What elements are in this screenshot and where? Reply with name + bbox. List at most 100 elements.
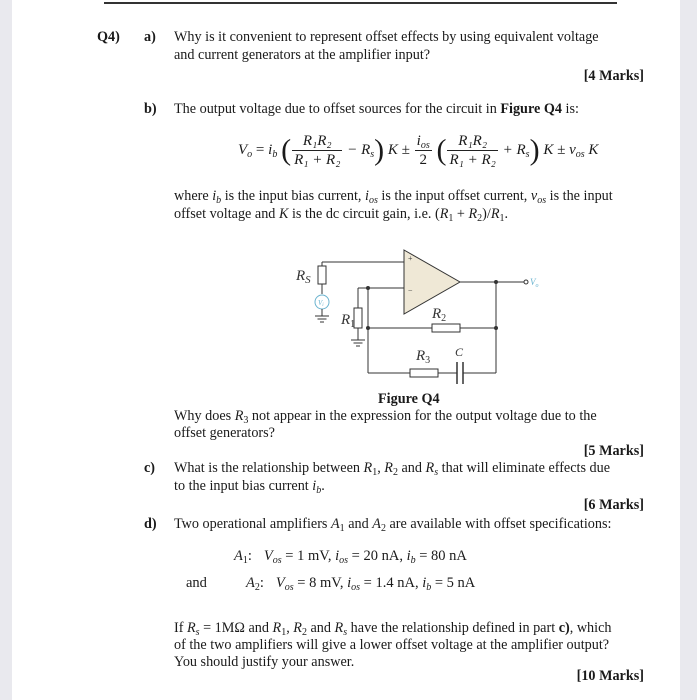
output-terminal	[523, 279, 529, 285]
question-number: Q4)	[97, 29, 120, 45]
part-c-label: c)	[144, 460, 156, 476]
label-r2-main: R	[431, 306, 441, 322]
resistor-rs	[317, 265, 327, 285]
text: is the input bias current,	[221, 188, 365, 204]
text: is the dc circuit gain, i.e. (	[288, 206, 440, 222]
label-rs-sub: S	[305, 274, 311, 286]
sep: ,	[399, 548, 407, 564]
sym-r2: R	[384, 460, 393, 476]
label-ios-sub: os	[339, 555, 349, 566]
eq: =	[431, 575, 447, 591]
plus-sign: +	[408, 254, 413, 263]
formula-fraction-2: R₁R₂ R₁ + R₂	[447, 132, 498, 169]
amp-name: A	[246, 575, 255, 591]
text: to the input bias current	[174, 478, 313, 494]
text: have the relationship defined in part	[347, 620, 559, 636]
sym-rs: R	[425, 460, 435, 476]
text: and	[344, 516, 373, 532]
formula-eq: =	[252, 141, 269, 158]
label-vo-sub: o	[536, 283, 539, 289]
sep: ,	[339, 575, 348, 591]
junction-dot	[366, 286, 370, 290]
text: +	[453, 206, 469, 222]
text: and	[397, 460, 426, 476]
junction-dot	[494, 326, 498, 330]
eq: =	[348, 548, 364, 564]
minus-sign: −	[408, 286, 413, 295]
text: If	[174, 620, 187, 636]
part-d-marks: [10 Marks]	[576, 668, 644, 684]
part-c-marks: [6 Marks]	[583, 497, 644, 513]
junction-dot	[494, 280, 498, 284]
text: .	[321, 478, 325, 494]
part-c-line1: What is the relationship between R1, R2 …	[174, 460, 610, 478]
formula-plus-rs: + R	[498, 141, 526, 158]
figure-reference: Figure Q4	[500, 101, 562, 117]
text: Two operational amplifiers	[174, 516, 331, 532]
value-ios: 20 nA	[363, 548, 400, 564]
text: that will eliminate effects due	[438, 460, 611, 476]
where-line1: where ib is the input bias current, ios …	[174, 188, 613, 206]
label-r2: R2	[431, 306, 446, 324]
circuit-diagram: + − RS R1 R2 R3 C Vo Vi	[295, 249, 539, 384]
capacitor-c	[456, 362, 464, 384]
text: and	[306, 620, 335, 636]
label-r1-main: R	[340, 312, 350, 328]
label-vo: Vo	[530, 277, 539, 289]
where-line2: offset voltage and K is the dc circuit g…	[174, 206, 508, 224]
fraction-ios-den: 2	[419, 152, 427, 168]
value-vos: 1 mV	[297, 548, 328, 564]
text: = 1MΩ and	[199, 620, 273, 636]
part-a-label: a)	[144, 29, 156, 45]
label-r2-sub: 2	[441, 313, 446, 324]
text: not appear in the expression for the out…	[248, 408, 597, 424]
eq: =	[360, 575, 376, 591]
part-a-line1: Why is it convenient to represent offset…	[174, 29, 599, 45]
text: are available with offset specifications…	[385, 516, 612, 532]
label-vos-sub: os	[272, 555, 282, 566]
ios-sub: os	[420, 140, 430, 151]
text: is the input offset current,	[377, 188, 531, 204]
part-a-line2: and current generators at the amplifier …	[174, 47, 431, 63]
label-c: C	[455, 345, 464, 359]
part-d-follow-line3: You should justify your answer.	[174, 654, 355, 670]
part-b-intro-text: The output voltage due to offset sources…	[174, 101, 501, 117]
sym-r1: R	[363, 460, 373, 476]
ground-icon	[351, 339, 365, 347]
text: What is the relationship between	[174, 460, 364, 476]
figure-caption: Figure Q4	[378, 391, 440, 407]
junction-dot	[366, 326, 370, 330]
part-d-label: d)	[144, 516, 157, 532]
value-ib: 5 nA	[446, 575, 476, 591]
text: where	[174, 188, 213, 204]
sym-r2: R	[293, 620, 302, 636]
fraction-2-den: R₁ + R₂	[449, 152, 496, 168]
sep: ,	[327, 548, 336, 564]
fraction-2-num: R₁R₂	[447, 132, 498, 151]
formula-k2: K ±	[539, 141, 570, 158]
row-prefix: and	[186, 575, 207, 591]
part-b-intro-suffix: is:	[561, 101, 579, 117]
sym-rs: R	[334, 620, 344, 636]
label-r3: R3	[415, 348, 430, 366]
fraction-1-num: R₁R₂	[292, 132, 343, 151]
label-r1-sub: 1	[350, 319, 355, 330]
formula-fraction-ios: ios 2	[414, 132, 432, 169]
text: offset voltage and	[174, 206, 279, 222]
formula-ib-sub: b	[272, 148, 278, 160]
eq: =	[415, 548, 432, 564]
resistor-r2	[431, 323, 461, 333]
part-d-follow-line1: If Rs = 1MΩ and R1, R2 and Rs have the r…	[174, 620, 612, 638]
part-a-marks: [4 Marks]	[583, 68, 644, 84]
eq: =	[281, 548, 298, 564]
part-b-label: b)	[144, 101, 157, 117]
part-b-question-line2: offset generators?	[174, 425, 275, 441]
formula-paren: )	[374, 133, 385, 167]
text: , which	[569, 620, 612, 636]
sym-k: K	[278, 206, 289, 222]
sym-r2: R	[468, 206, 478, 222]
value-ios: 1.4 nA	[375, 575, 415, 591]
amplifier-spec-row: and A2: Vos = 8 mV, ios = 1.4 nA, ib = 5 n…	[186, 575, 476, 593]
fraction-ios-num: ios	[414, 132, 432, 151]
sym-a1: A	[331, 516, 340, 532]
